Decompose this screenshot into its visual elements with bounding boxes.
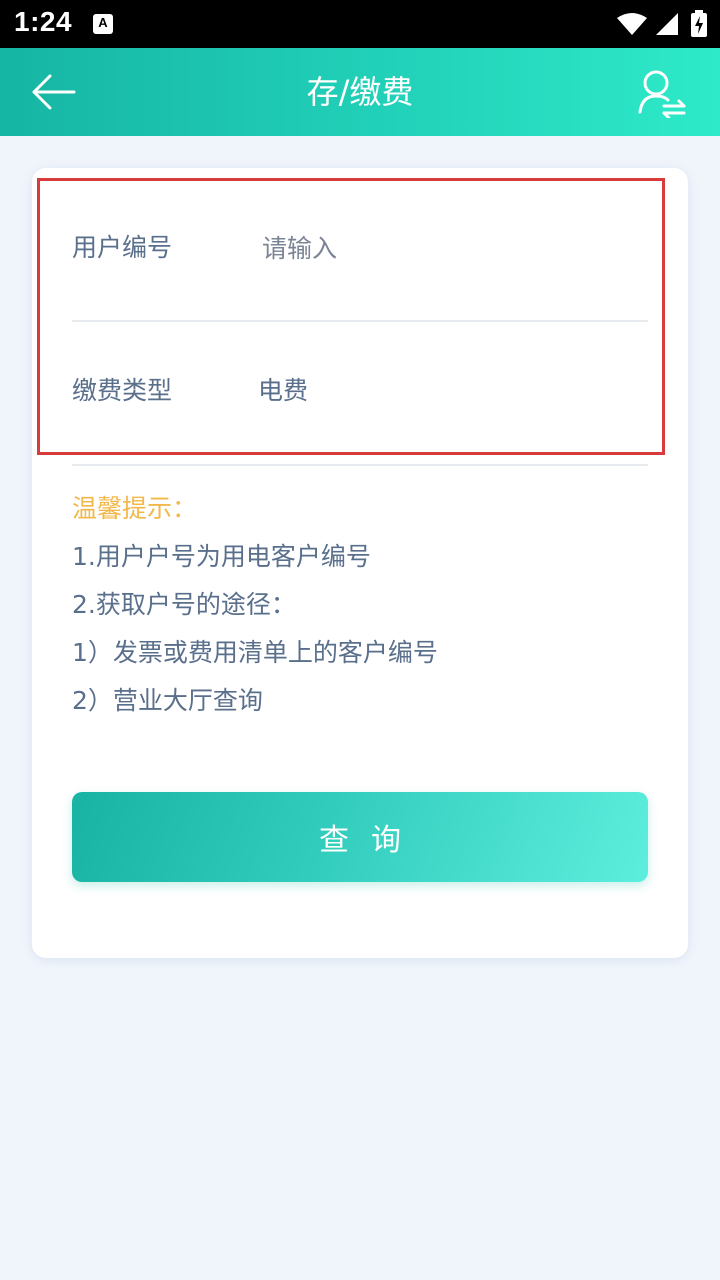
payment-type-select[interactable]: 电费 <box>258 374 308 408</box>
tip-line: 1）发票或费用清单上的客户编号 <box>72 638 438 667</box>
page-title: 存/缴费 <box>306 73 414 111</box>
user-switch-button[interactable] <box>636 68 688 120</box>
user-switch-icon <box>638 70 686 120</box>
payment-type-label: 缴费类型 <box>72 376 173 405</box>
status-time: 1:24 <box>14 6 73 37</box>
query-button[interactable]: 查询 <box>72 792 648 882</box>
tips-title: 温馨提示： <box>72 494 198 523</box>
divider <box>72 464 648 466</box>
app-header: 存/缴费 <box>0 48 720 136</box>
user-number-input[interactable] <box>262 228 642 268</box>
user-number-label: 用户编号 <box>72 233 173 262</box>
notification-a-icon: A <box>93 14 113 34</box>
tip-line: 2）营业大厅查询 <box>72 686 263 715</box>
status-bar: 1:24 A <box>0 0 720 48</box>
divider <box>72 320 648 322</box>
wifi-icon <box>617 13 647 35</box>
signal-icon <box>656 13 678 35</box>
tip-line: 1.用户户号为用电客户编号 <box>72 542 371 571</box>
battery-charging-icon <box>691 10 707 37</box>
notification-badge-label: A <box>98 15 108 30</box>
tip-line: 2.获取户号的途径： <box>72 590 296 619</box>
